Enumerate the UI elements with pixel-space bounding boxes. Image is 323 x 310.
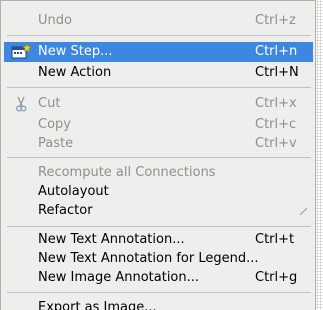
background-window-edge	[316, 0, 323, 310]
menu-separator	[7, 87, 311, 88]
menu-item-shortcut: Ctrl+v	[255, 136, 297, 151]
new-step-icon	[11, 43, 32, 60]
menu-item-export-image[interactable]: Export as Image...	[7, 298, 311, 310]
menu-item-shortcut: Ctrl+z	[255, 13, 296, 28]
menu-item-new-text-annotation-legend[interactable]: New Text Annotation for Legend...	[7, 249, 311, 269]
submenu-arrow-icon	[299, 205, 309, 216]
menu-item-label: New Image Annotation...	[38, 270, 200, 285]
menu-item-label: New Text Annotation for Legend...	[38, 251, 259, 266]
menu-item-shortcut: Ctrl+c	[255, 117, 297, 132]
menu-item-shortcut: Ctrl+g	[255, 270, 298, 285]
menu-item-undo[interactable]: Undo Ctrl+z	[7, 11, 311, 31]
menu-separator	[7, 292, 311, 293]
menu-item-label: Autolayout	[38, 184, 109, 199]
menu-item-new-action[interactable]: New Action Ctrl+N	[7, 63, 311, 83]
menu-separator	[7, 157, 311, 158]
menu-item-label: Paste	[38, 136, 74, 151]
context-menu: Undo Ctrl+z New Step... Ctrl+n New Actio…	[0, 0, 316, 310]
menu-item-paste[interactable]: Paste Ctrl+v	[7, 134, 311, 154]
menu-item-label: Export as Image...	[38, 300, 157, 310]
menu-item-copy[interactable]: Copy Ctrl+c	[7, 115, 311, 135]
scissors-icon	[11, 96, 31, 112]
menu-item-refactor[interactable]: Refactor	[7, 201, 311, 221]
menu-item-new-image-annotation[interactable]: New Image Annotation... Ctrl+g	[7, 268, 311, 288]
menu-item-shortcut: Ctrl+t	[255, 232, 295, 247]
menu-item-shortcut: Ctrl+x	[255, 96, 297, 111]
menu-item-label: New Text Annotation...	[38, 232, 185, 247]
menu-item-autolayout[interactable]: Autolayout	[7, 182, 311, 202]
menu-item-label: Undo	[38, 13, 72, 28]
menu-item-label: Refactor	[38, 203, 93, 218]
menu-item-shortcut: Ctrl+n	[255, 44, 298, 59]
menu-item-cut[interactable]: Cut Ctrl+x	[7, 94, 311, 114]
menu-item-shortcut: Ctrl+N	[255, 65, 299, 80]
menu-item-label: New Step...	[38, 44, 113, 59]
menu-item-label: Copy	[38, 117, 71, 132]
menu-separator	[7, 35, 311, 36]
menu-item-label: New Action	[38, 65, 112, 80]
menu-item-new-step[interactable]: New Step... Ctrl+n	[4, 42, 313, 62]
menu-item-new-text-annotation[interactable]: New Text Annotation... Ctrl+t	[7, 230, 311, 250]
menu-item-label: Recompute all Connections	[38, 165, 216, 180]
menu-item-recompute-connections[interactable]: Recompute all Connections	[7, 163, 311, 183]
menu-item-label: Cut	[38, 96, 61, 111]
menu-separator	[7, 226, 311, 227]
